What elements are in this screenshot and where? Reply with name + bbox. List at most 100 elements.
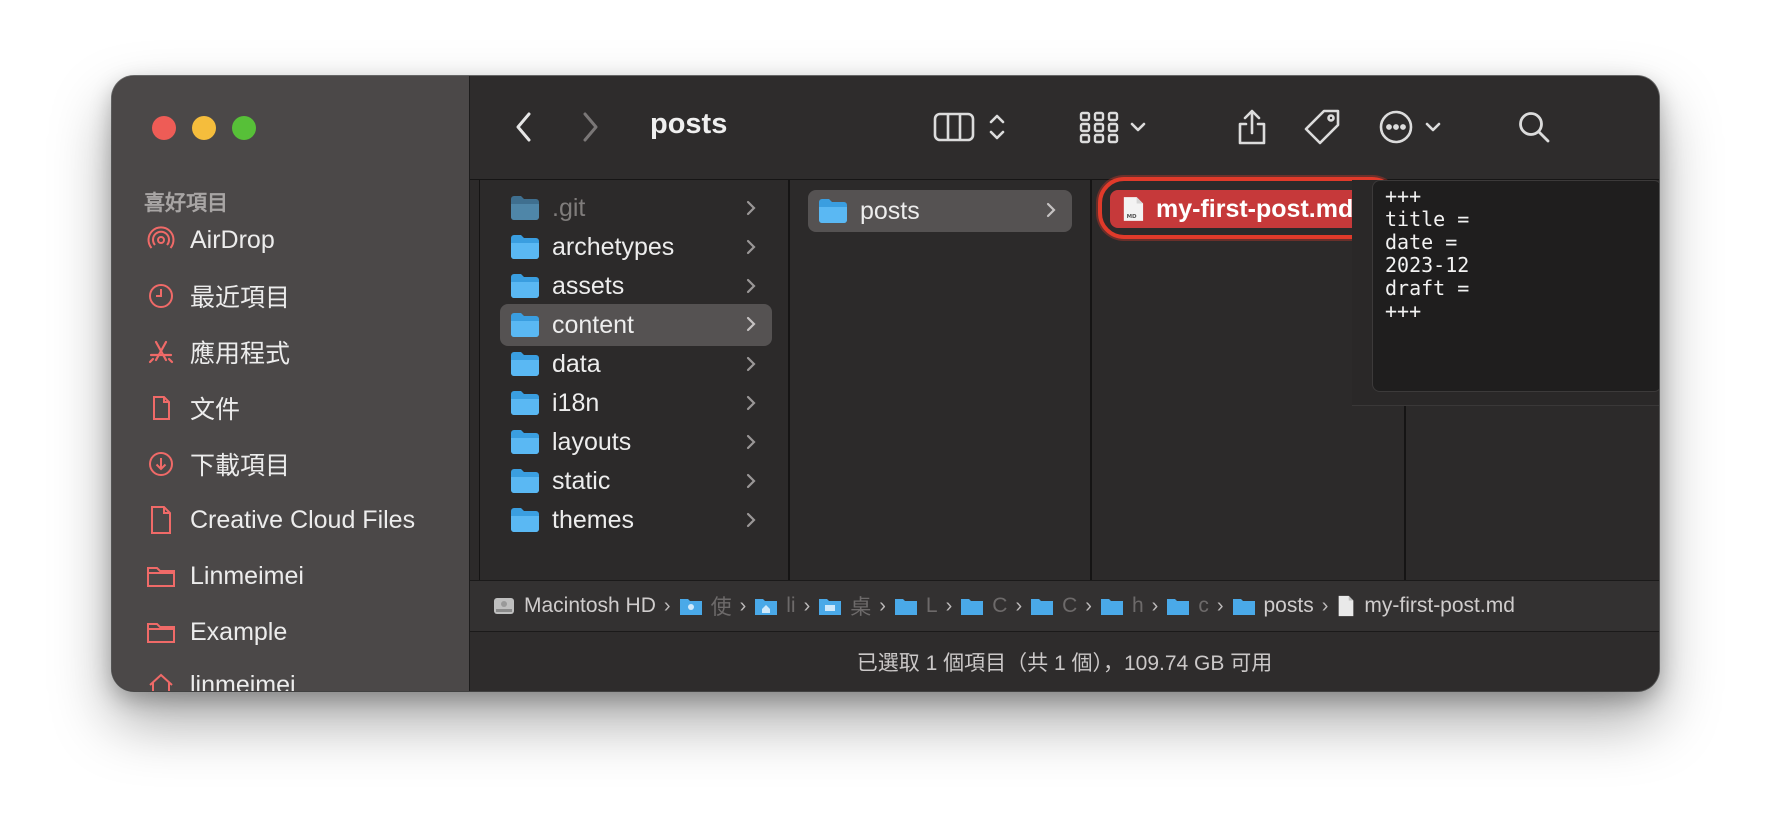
chevron-right-icon [1046, 202, 1056, 218]
sidebar-item-label: 應用程式 [190, 340, 291, 368]
airdrop-icon [146, 225, 176, 255]
sidebar-item-documents[interactable]: 文件 [112, 380, 469, 436]
document-icon [1339, 595, 1354, 617]
folder-icon [511, 274, 539, 298]
breadcrumb-truncated[interactable]: C › [960, 594, 1030, 618]
list-item-selected-file[interactable]: MD my-first-post.md [1110, 190, 1386, 228]
column-content: posts [790, 180, 1092, 580]
item-label: assets [552, 271, 625, 300]
breadcrumb-truncated[interactable]: h › [1100, 594, 1166, 618]
back-icon[interactable] [504, 102, 544, 152]
folder-icon [1167, 599, 1190, 615]
item-label: themes [552, 505, 634, 534]
clock-icon [146, 281, 176, 311]
item-label: layouts [552, 427, 632, 456]
sidebar-item-label: AirDrop [190, 225, 275, 254]
document-icon [146, 393, 176, 423]
list-item[interactable]: data [500, 344, 772, 384]
folder-icon [511, 391, 539, 415]
sidebar-item-downloads[interactable]: 下載項目 [112, 436, 469, 492]
share-icon[interactable] [1230, 102, 1274, 152]
sidebar-item-home[interactable]: linmeimei [112, 660, 469, 691]
path-bar: Macintosh HD › 使 › li › 桌 › L › C › C › … [470, 580, 1659, 632]
breadcrumb-label: my-first-post.md [1364, 594, 1515, 617]
chevron-down-icon [1425, 122, 1441, 132]
item-label: archetypes [552, 232, 675, 261]
list-item[interactable]: i18n [500, 383, 772, 423]
chevron-right-icon [746, 316, 756, 332]
home-icon [146, 670, 176, 691]
sidebar: 喜好項目 AirDrop 最近項目 應用程式 文件 下載項目 Creative … [112, 76, 470, 691]
folder-icon [511, 235, 539, 259]
item-label: .git [552, 193, 586, 222]
sidebar-item-airdrop[interactable]: AirDrop [112, 212, 469, 268]
sidebar-item-example[interactable]: Example [112, 604, 469, 660]
sidebar-item-creative-cloud[interactable]: Creative Cloud Files [112, 492, 469, 548]
hard-drive-icon [494, 598, 514, 614]
list-item-selected[interactable]: posts [808, 190, 1072, 232]
breadcrumb-label: Macintosh HD [524, 594, 656, 617]
breadcrumb-posts[interactable]: posts › [1232, 594, 1337, 618]
chevron-right-icon [746, 239, 756, 255]
breadcrumb-truncated[interactable]: 使 › [679, 591, 755, 621]
chevron-right-icon [746, 395, 756, 411]
folder-icon [1031, 599, 1054, 615]
forward-icon[interactable] [570, 102, 610, 152]
breadcrumb-truncated[interactable]: c › [1166, 594, 1231, 618]
group-button[interactable] [1073, 102, 1153, 152]
columns-view-icon [933, 112, 975, 142]
view-mode-button[interactable] [920, 102, 1020, 152]
desktop-folder-icon [819, 599, 842, 615]
search-icon[interactable] [1512, 102, 1556, 152]
more-icon [1379, 110, 1413, 144]
list-item[interactable]: static [500, 461, 772, 501]
folder-icon [819, 199, 847, 223]
item-label: i18n [552, 388, 600, 417]
list-item[interactable]: .git [500, 188, 772, 228]
list-item[interactable]: layouts [500, 422, 772, 462]
folder-icon [894, 599, 917, 615]
breadcrumb-label: posts [1263, 594, 1314, 617]
chevron-updown-icon [989, 114, 1005, 140]
folder-icon [1232, 599, 1255, 615]
folder-icon [1100, 599, 1123, 615]
breadcrumb-truncated[interactable]: C › [1030, 594, 1100, 618]
minimize-button[interactable] [192, 116, 216, 140]
breadcrumb-truncated[interactable]: li › [754, 594, 818, 618]
chevron-right-icon [746, 473, 756, 489]
chevron-down-icon [1130, 122, 1146, 132]
item-label: static [552, 466, 611, 495]
sidebar-item-label: 下載項目 [190, 452, 291, 480]
sidebar-item-recents[interactable]: 最近項目 [112, 268, 469, 324]
group-icon [1079, 111, 1119, 144]
finder-window: 喜好項目 AirDrop 最近項目 應用程式 文件 下載項目 Creative … [112, 76, 1659, 691]
user-folder-icon [679, 599, 702, 615]
folder-icon [511, 430, 539, 454]
breadcrumb-file[interactable]: my-first-post.md [1336, 594, 1515, 618]
list-item-selected[interactable]: content [500, 304, 772, 346]
breadcrumb-truncated[interactable]: L › [894, 594, 960, 618]
item-label: posts [860, 196, 920, 225]
status-bar: 已選取 1 個項目（共 1 個），109.74 GB 可用 [470, 632, 1659, 691]
list-item[interactable]: archetypes [500, 227, 772, 267]
folder-icon [511, 196, 539, 220]
item-label: data [552, 349, 601, 378]
list-item[interactable]: assets [500, 266, 772, 306]
tag-icon[interactable] [1298, 102, 1348, 152]
chevron-right-icon [746, 434, 756, 450]
more-button[interactable] [1375, 102, 1445, 152]
markdown-file-icon: MD [1123, 197, 1144, 221]
window-title: posts [650, 108, 728, 140]
sidebar-item-label: 最近項目 [190, 284, 291, 312]
sidebar-item-applications[interactable]: 應用程式 [112, 324, 469, 380]
download-icon [146, 449, 176, 479]
sidebar-item-linmeimei-folder[interactable]: Linmeimei [112, 548, 469, 604]
zoom-button[interactable] [232, 116, 256, 140]
chevron-right-icon [746, 356, 756, 372]
breadcrumb-macintosh-hd[interactable]: Macintosh HD › [492, 594, 679, 618]
item-label: content [552, 310, 635, 339]
svg-text:MD: MD [1127, 214, 1137, 220]
close-button[interactable] [152, 116, 176, 140]
breadcrumb-truncated[interactable]: 桌 › [818, 591, 894, 621]
list-item[interactable]: themes [500, 500, 772, 540]
